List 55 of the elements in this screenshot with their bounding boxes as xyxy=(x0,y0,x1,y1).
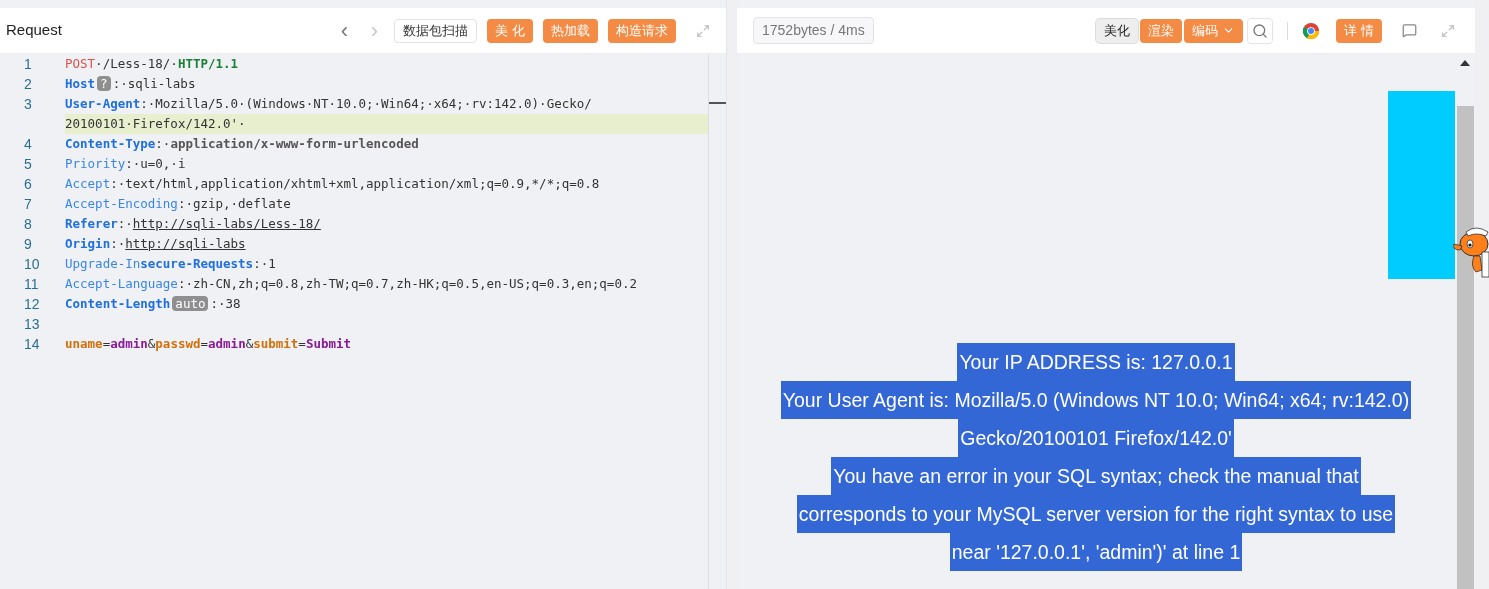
line-number: 4 xyxy=(23,135,33,154)
code-badge: auto xyxy=(172,296,209,311)
encoding-dropdown[interactable]: 编码 xyxy=(1184,18,1244,43)
line-number: 14 xyxy=(23,335,41,354)
code-line: uname=admin&passwd=admin&submit=Submit xyxy=(65,335,353,353)
code-line: Priority:·u=0,·i xyxy=(65,155,187,173)
code-line: Accept-Encoding:·gzip,·deflate xyxy=(65,195,292,213)
mascot-drawing xyxy=(1452,226,1489,278)
scan-button[interactable]: 数据包扫描 xyxy=(394,18,478,43)
output-text: near '127.0.0.1', 'admin')' at line 1 xyxy=(949,533,1243,571)
line-number: 7 xyxy=(23,195,33,214)
line-number: 12 xyxy=(23,295,41,314)
line-number: 1 xyxy=(23,55,33,74)
browser-icon[interactable] xyxy=(1302,21,1321,40)
expand-icon[interactable] xyxy=(1441,23,1455,38)
line-number: 13 xyxy=(23,315,41,334)
code-line: Origin:·http://sqli-labs xyxy=(65,235,247,253)
output-text: Gecko/20100101 Firefox/142.0' xyxy=(958,419,1234,457)
line-number: 10 xyxy=(23,255,41,274)
comment-icon[interactable] xyxy=(1402,23,1417,38)
code-line: Content-Length auto :·38 xyxy=(65,295,242,313)
action-button[interactable]: 构造请求 xyxy=(608,18,676,43)
code-line: Host ? :·sqli-labs xyxy=(65,75,197,93)
details-button[interactable]: 详 情 xyxy=(1336,18,1382,43)
code-line: POST·/Less-18/·HTTP/1.1 xyxy=(65,55,240,73)
action-button[interactable]: 热加载 xyxy=(543,18,598,43)
stats-chip: 1752bytes / 4ms xyxy=(753,17,874,44)
line-number: 2 xyxy=(23,75,33,94)
code-line: Content-Type:·application/x-www-form-urlencoded xyxy=(65,135,420,153)
code-line: Referer:·http://sqli-labs/Less-18/ xyxy=(65,215,322,233)
back-button[interactable]: ‹ xyxy=(334,19,355,42)
line-number: 5 xyxy=(23,155,33,174)
scroll-up-icon[interactable] xyxy=(1460,60,1470,66)
line-number: 3 xyxy=(23,95,33,114)
output-text: Your IP ADDRESS is: 127.0.0.1 xyxy=(957,343,1235,381)
code-line: User-Agent:·Mozilla/5.0·(Windows·NT·10.0;·Win64;·x64;·rv:142.0)·Gecko/ xyxy=(65,95,593,113)
action-button[interactable]: 美 化 xyxy=(487,18,533,43)
search-button[interactable] xyxy=(1247,17,1274,44)
output-text: You have an error in your SQL syntax; check the manual that xyxy=(831,457,1361,495)
view-button[interactable]: 渲染 xyxy=(1140,18,1183,43)
code-badge: ? xyxy=(97,76,111,91)
output-text: corresponds to your MySQL server version for the right syntax to use xyxy=(796,495,1396,533)
code-line: Accept:·text/html,application/xhtml+xml,application/xml;q=0.9,*/*;q=0.8 xyxy=(65,175,601,193)
output-text: Your User Agent is: Mozilla/5.0 (Windows NT 10.0; Win64; x64; rv:142.0) xyxy=(780,381,1412,419)
line-number: 8 xyxy=(23,215,33,234)
scroll-thumb[interactable] xyxy=(1456,106,1474,589)
line-number: 6 xyxy=(23,175,33,194)
panel-title: Request xyxy=(6,20,62,41)
expand-icon[interactable] xyxy=(696,23,710,38)
code-line: Upgrade-Insecure-Requests:·1 xyxy=(65,255,277,273)
line-number: 11 xyxy=(23,275,40,294)
search-icon xyxy=(1252,22,1269,39)
code-line: Accept-Language:·zh-CN,zh;q=0.8,zh-TW;q=0.7,zh-HK;q=0.5,en-US;q=0.3,en;q=0.2 xyxy=(65,275,638,293)
line-number: 9 xyxy=(23,235,33,254)
view-button[interactable]: 美化 xyxy=(1096,18,1139,43)
